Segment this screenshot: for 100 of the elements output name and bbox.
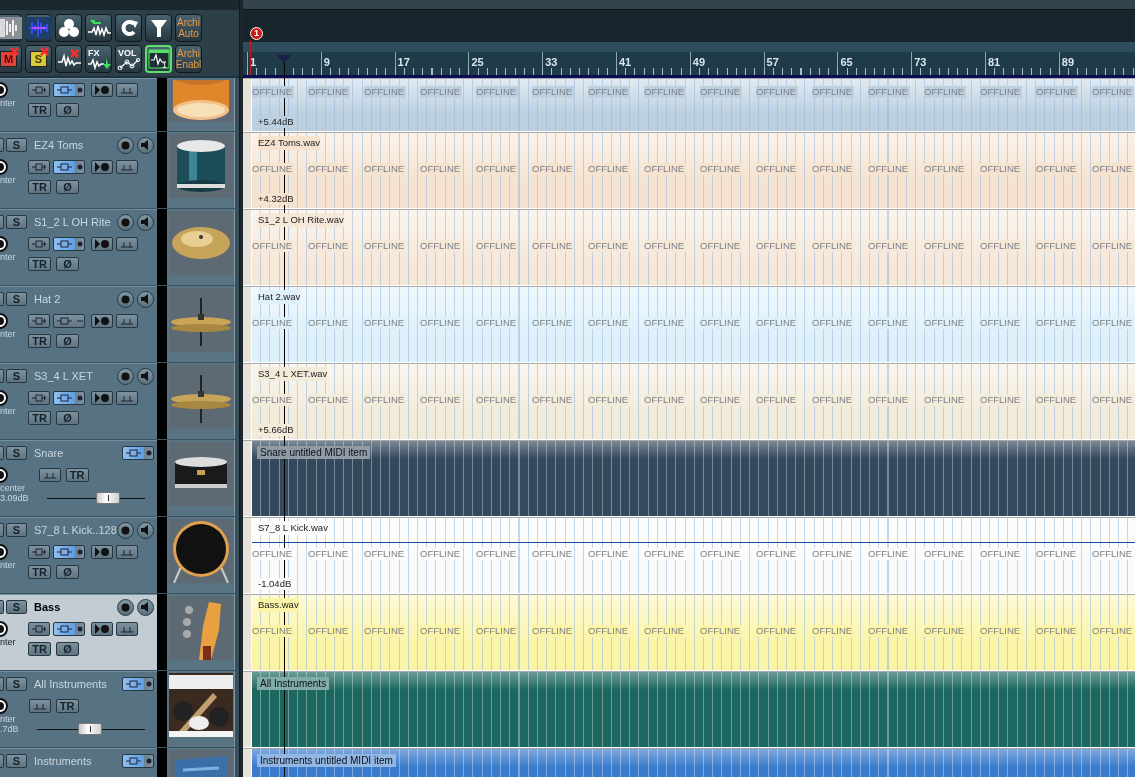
phase-button[interactable]: Ø [56,103,79,117]
input-button[interactable] [28,391,50,405]
audio-clip[interactable]: S3_4 L XET.wav OFFLINE OFFLINE OFFLINE OFFLINE OFFLINE OFFLINE OFFLINE OFFLINE OFFLINE OFFLINE OFFLINE OFFLINE OFFLINE OFFLINE OFFLINE OFFLINE +5.66dB [251,364,1135,439]
phase-button[interactable]: Ø [56,334,79,348]
record-arm-button[interactable] [117,290,134,308]
record-arm-button[interactable] [117,367,134,385]
toolbar-button[interactable]: FX [85,45,112,73]
speaker-button[interactable] [137,136,154,154]
record-arm-button[interactable] [117,521,134,539]
mute-button[interactable] [0,446,4,460]
timeline-ruler[interactable]: 1 9 17 25 33 41 49 57 65 73 81 89 [243,52,1135,78]
envelope-button[interactable] [116,622,138,636]
pan-knob[interactable] [0,621,9,637]
mute-button[interactable] [0,215,4,229]
tr-button[interactable]: TR [28,180,51,194]
solo-button[interactable]: S [6,754,27,768]
input-button[interactable] [28,237,50,251]
record-mode-button[interactable] [91,391,113,405]
mute-button[interactable] [0,138,4,152]
audio-clip[interactable]: S1_2 L OH Rite.wav OFFLINE OFFLINE OFFLINE OFFLINE OFFLINE OFFLINE OFFLINE OFFLINE OFFLINE OFFLINE OFFLINE OFFLINE OFFLINE OFFLINE OFFLINE OFFLINE [251,210,1135,285]
mute-button[interactable] [0,292,4,306]
slider-thumb[interactable] [96,492,121,504]
toolbar-button[interactable] [55,45,82,73]
marker-badge[interactable]: 1 [250,27,263,40]
pan-knob[interactable] [0,236,9,252]
record-mode-button[interactable] [91,160,113,174]
tr-button[interactable]: TR [28,642,51,656]
toolbar-button[interactable] [115,14,142,42]
monitor-button[interactable] [122,677,154,691]
mute-button[interactable] [0,600,4,614]
solo-button[interactable]: S [6,600,27,614]
tr-button[interactable]: TR [55,699,79,713]
record-arm-button[interactable] [117,598,134,616]
audio-clip[interactable]: Bass.wav OFFLINE OFFLINE OFFLINE OFFLINE OFFLINE OFFLINE OFFLINE OFFLINE OFFLINE OFFLINE OFFLINE OFFLINE OFFLINE OFFLINE OFFLINE OFFLINE [251,595,1135,670]
phase-button[interactable]: Ø [56,565,79,579]
audio-clip[interactable]: OFFLINE OFFLINE OFFLINE OFFLINE OFFLINE OFFLINE OFFLINE OFFLINE OFFLINE OFFLINE OFFLINE OFFLINE OFFLINE OFFLINE OFFLINE OFFLINE +5.44dB [251,79,1135,131]
envelope-button[interactable] [116,237,138,251]
record-mode-button[interactable] [91,545,113,559]
speaker-button[interactable] [137,367,154,385]
slider-thumb[interactable] [77,723,102,735]
pan-knob[interactable] [0,159,9,175]
toolbar-button[interactable]: 1 [145,45,172,73]
speaker-button[interactable] [137,521,154,539]
record-arm-button[interactable] [117,136,134,154]
envelope-button[interactable] [116,545,138,559]
record-mode-button[interactable] [91,314,113,328]
toolbar-button[interactable]: VOL [115,45,142,73]
solo-button[interactable]: S [6,369,27,383]
record-mode-button[interactable] [91,83,113,97]
audio-clip[interactable]: EZ4 Toms.wav OFFLINE OFFLINE OFFLINE OFFLINE OFFLINE OFFLINE OFFLINE OFFLINE OFFLINE OFFLINE OFFLINE OFFLINE OFFLINE OFFLINE OFFLINE OFFLINE +4.32dB [251,133,1135,208]
audio-clip[interactable]: Hat 2.wav OFFLINE OFFLINE OFFLINE OFFLINE OFFLINE OFFLINE OFFLINE OFFLINE OFFLINE OFFLINE OFFLINE OFFLINE OFFLINE OFFLINE OFFLINE OFFLINE [251,287,1135,362]
volume-slider[interactable] [46,492,145,503]
input-button[interactable] [28,545,50,559]
midi-clip[interactable]: Instruments untitled MIDI item [251,749,1135,777]
solo-button[interactable]: S [6,677,27,691]
mute-button[interactable] [0,523,4,537]
midi-clip[interactable]: Snare untitled MIDI item [251,441,1135,516]
record-mode-button[interactable] [91,237,113,251]
record-arm-button[interactable] [117,213,134,231]
envelope-button[interactable] [38,468,61,482]
pan-knob[interactable] [0,544,9,560]
monitor-button[interactable] [53,160,85,174]
speaker-button[interactable] [137,598,154,616]
toolbar-button[interactable]: M [0,45,22,73]
tr-button[interactable]: TR [28,565,51,579]
monitor-button[interactable] [122,446,154,460]
audio-clip[interactable]: S7_8 L Kick.wav OFFLINE OFFLINE OFFLINE OFFLINE OFFLINE OFFLINE OFFLINE OFFLINE OFFLINE OFFLINE OFFLINE OFFLINE OFFLINE OFFLINE OFFLINE OFFLINE -1.04dB [251,518,1135,593]
toolbar-button[interactable] [55,14,82,42]
envelope-button[interactable] [116,391,138,405]
toolbar-button[interactable]: Archi Auto [175,14,202,42]
monitor-button[interactable] [122,754,154,768]
phase-button[interactable]: Ø [56,411,79,425]
mute-button[interactable] [0,754,4,768]
input-button[interactable] [28,160,50,174]
toolbar-button[interactable] [85,14,112,42]
mute-button[interactable] [0,677,4,691]
pan-knob[interactable] [0,467,9,483]
monitor-button[interactable] [53,545,85,559]
solo-button[interactable]: S [6,292,27,306]
tr-button[interactable]: TR [28,103,51,117]
solo-button[interactable]: S [6,446,27,460]
input-button[interactable] [28,83,50,97]
envelope-button[interactable] [116,160,138,174]
monitor-button[interactable] [53,237,85,251]
monitor-button[interactable] [53,83,85,97]
tr-button[interactable]: TR [28,411,51,425]
tr-button[interactable]: TR [28,334,51,348]
input-button[interactable] [28,622,50,636]
monitor-button[interactable] [53,314,85,328]
toolbar-button[interactable] [0,14,22,42]
envelope-button[interactable] [116,314,138,328]
toolbar-button[interactable]: Archi Enabl [175,45,202,73]
envelope-button[interactable] [116,83,138,97]
record-mode-button[interactable] [91,622,113,636]
phase-button[interactable]: Ø [56,642,79,656]
monitor-button[interactable] [53,622,85,636]
phase-button[interactable]: Ø [56,257,79,271]
pan-knob[interactable] [0,698,9,714]
pan-knob[interactable] [0,82,9,98]
tr-button[interactable]: TR [65,468,89,482]
